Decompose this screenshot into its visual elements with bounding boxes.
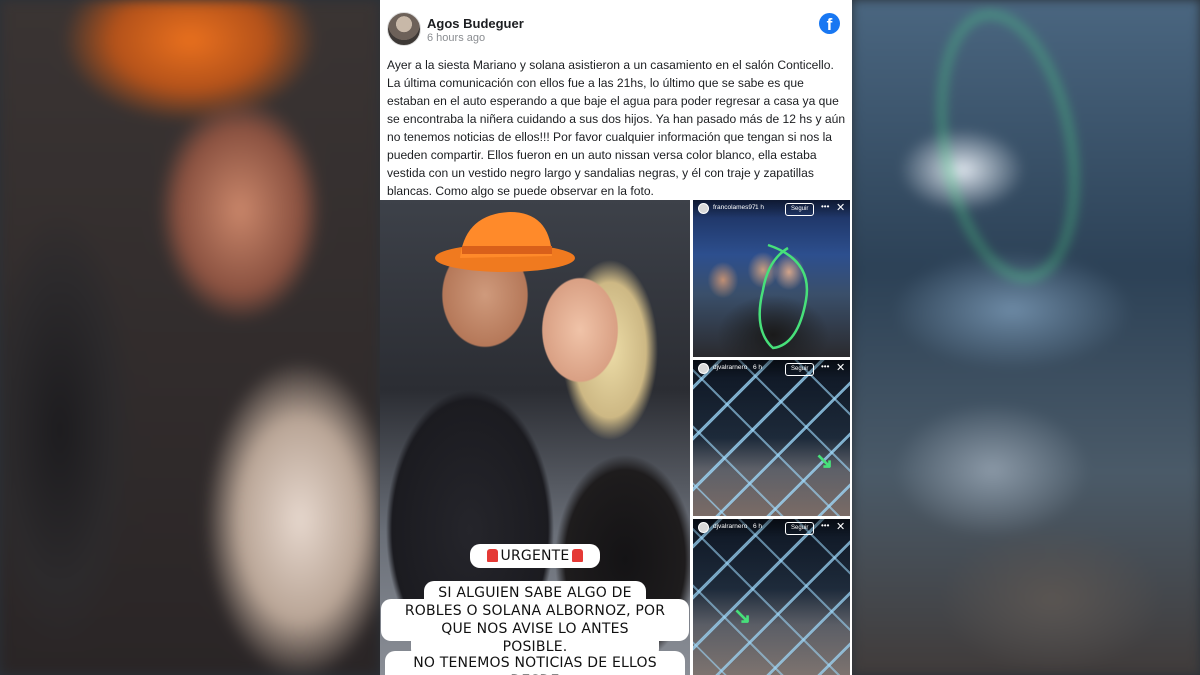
story-avatar <box>698 203 709 214</box>
story-follow-button[interactable]: Seguir <box>785 363 815 376</box>
story-username: djvalrarnero <box>713 364 748 371</box>
more-options-icon[interactable]: ••• <box>821 202 829 211</box>
close-icon[interactable]: ✕ <box>836 201 845 214</box>
blurred-background-left <box>0 0 380 675</box>
story-header: djvalrarnero 6 h Seguir ••• ✕ <box>693 519 850 537</box>
green-arrow-icon: ↘ <box>733 603 752 628</box>
photo-grid: URGENTE SI ALGUIEN SABE ALGO DE MARIANO … <box>380 200 852 675</box>
more-options-icon[interactable]: ••• <box>821 362 829 371</box>
author-name[interactable]: Agos Budeguer <box>427 16 524 31</box>
story-thumbnail-1[interactable]: francolames97 1 h Seguir ••• ✕ <box>693 200 850 357</box>
story-header: djvalrarnero 6 h Seguir ••• ✕ <box>693 360 850 378</box>
post-body-text: Ayer a la siesta Mariano y solana asisti… <box>387 58 846 198</box>
post-header: Agos Budeguer 6 hours ago f <box>380 0 852 55</box>
urgent-label: URGENTE <box>500 548 570 564</box>
close-icon[interactable]: ✕ <box>836 361 845 374</box>
more-options-icon[interactable]: ••• <box>821 521 829 530</box>
story-username: francolames97 <box>713 204 756 211</box>
facebook-post-card: Agos Budeguer 6 hours ago f Ayer a la si… <box>380 0 852 675</box>
story-header: francolames97 1 h Seguir ••• ✕ <box>693 200 850 218</box>
siren-icon <box>486 549 498 562</box>
story-follow-button[interactable]: Seguir <box>785 522 815 535</box>
story-avatar <box>698 363 709 374</box>
story-age: 6 h <box>753 523 763 530</box>
siren-icon <box>572 549 584 562</box>
urgent-sticker: URGENTE <box>470 544 600 568</box>
green-arrow-icon: ↘ <box>815 448 834 473</box>
story-follow-button[interactable]: Seguir <box>785 203 815 216</box>
story-avatar <box>698 522 709 533</box>
sticker-line-4: NO TENEMOS NOTICIAS DE ELLOS DESDE <box>385 651 685 675</box>
green-highlight-mark <box>919 0 1097 292</box>
story-age: 1 h <box>755 204 765 211</box>
facebook-icon: f <box>819 13 840 34</box>
post-timestamp[interactable]: 6 hours ago <box>427 32 485 44</box>
blurred-background-right <box>852 0 1200 675</box>
close-icon[interactable]: ✕ <box>836 520 845 533</box>
orange-hat-shape <box>435 212 575 272</box>
author-avatar[interactable] <box>387 12 421 46</box>
story-username: djvalrarnero <box>713 523 748 530</box>
main-photo[interactable]: URGENTE SI ALGUIEN SABE ALGO DE MARIANO … <box>380 200 690 675</box>
green-circle-annotation <box>758 243 809 350</box>
story-thumbnail-2[interactable]: djvalrarnero 6 h Seguir ••• ✕ ↘ <box>693 360 850 516</box>
story-thumbnail-3[interactable]: djvalrarnero 6 h Seguir ••• ✕ ↘ <box>693 519 850 675</box>
story-age: 6 h <box>753 364 763 371</box>
